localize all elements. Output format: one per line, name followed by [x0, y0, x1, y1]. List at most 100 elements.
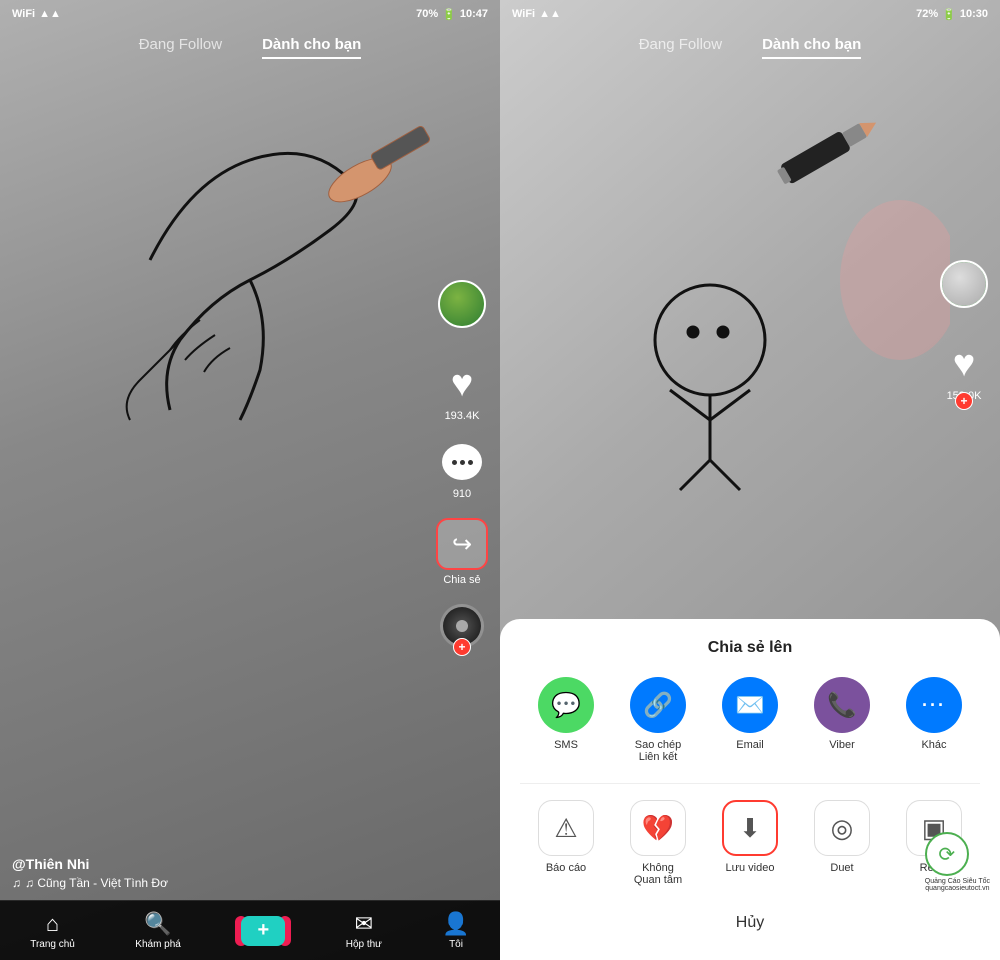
left-phone: WiFi ▲▲ 70% 🔋 10:47 Đang Follow Dành cho… [0, 0, 500, 960]
status-bar-right: WiFi ▲▲ 72% 🔋 10:30 [500, 0, 1000, 28]
tab-for-you-right[interactable]: Dành cho bạn [762, 36, 861, 59]
save-video-icon: ⬇ [722, 800, 778, 856]
status-bar-left: WiFi ▲▲ 70% 🔋 10:47 [0, 0, 500, 28]
cancel-button[interactable]: Hủy [520, 906, 980, 940]
watermark-text: Quảng Cáo Siêu Tốcquangcaosieutoct.vn [925, 878, 990, 892]
copy-link-icon: 🔗 [630, 677, 686, 733]
sidebar-actions-left: + ♥ 193.4K 910 ↪ Chia sẻ [436, 280, 488, 648]
share-label: Chia sẻ [443, 574, 480, 586]
share-icon: ↪ [452, 530, 472, 559]
drawing-art-right [530, 80, 950, 500]
report-icon: ⚠ [538, 800, 594, 856]
sidebar-actions-right: + ♥ 158.0K [940, 260, 988, 402]
share-save-video[interactable]: ⬇ Lưu video [722, 800, 778, 886]
profile-label: Tôi [449, 939, 463, 950]
follow-plus-button[interactable]: + [453, 638, 471, 656]
status-info-right: 72% 🔋 10:30 [916, 8, 988, 21]
report-label: Báo cáo [546, 862, 586, 874]
tab-following-right[interactable]: Đang Follow [639, 36, 722, 59]
bottom-info-left: @Thiên Nhi ♫ ♫ Cũng Tần - Việt Tình Đơ [12, 856, 440, 890]
heart-icon-right: ♥ [942, 342, 986, 386]
share-copy-link[interactable]: 🔗 Sao chépLiên kết [630, 677, 686, 763]
tab-for-you-left[interactable]: Dành cho bạn [262, 36, 361, 59]
nav-home[interactable]: ⌂ Trang chủ [30, 911, 75, 950]
song-info-left: ♫ ♫ Cũng Tần - Việt Tình Đơ [12, 876, 440, 890]
username-left: @Thiên Nhi [12, 856, 440, 872]
profile-icon: 👤 [442, 911, 469, 937]
copy-link-label: Sao chépLiên kết [635, 739, 681, 763]
share-row-1: 💬 SMS 🔗 Sao chépLiên kết ✉️ Email 📞 [520, 677, 980, 763]
watermark-logo: ⟳ [925, 832, 969, 876]
share-action[interactable]: ↪ Chia sẻ [436, 518, 488, 586]
share-row-2: ⚠ Báo cáo 💔 KhôngQuan tâm ⬇ Lưu video ◎ [520, 800, 980, 886]
signal-icon-right: ▲▲ [539, 8, 561, 20]
like-count: 193.4K [445, 410, 480, 422]
nav-inbox[interactable]: ✉ Hộp thư [346, 911, 382, 950]
battery-percent-right: 72% [916, 8, 938, 20]
wifi-icon: WiFi [12, 8, 35, 20]
wifi-icon-right: WiFi [512, 8, 535, 20]
watermark: ⟳ Quảng Cáo Siêu Tốcquangcaosieutoct.vn [925, 832, 990, 892]
duet-label: Duet [830, 862, 853, 874]
share-report[interactable]: ⚠ Báo cáo [538, 800, 594, 886]
signal-icon: ▲▲ [39, 8, 61, 20]
creator-avatar-right [940, 260, 988, 308]
avatar-image-right [942, 262, 986, 306]
nav-profile[interactable]: 👤 Tôi [442, 911, 469, 950]
inbox-label: Hộp thư [346, 939, 382, 950]
share-sheet: Chia sẻ lên 💬 SMS 🔗 Sao chépLiên kết ✉️ … [500, 619, 1000, 960]
nav-add[interactable]: + [241, 916, 285, 946]
comment-action[interactable]: 910 [440, 440, 484, 500]
not-interested-icon: 💔 [630, 800, 686, 856]
share-sms[interactable]: 💬 SMS [538, 677, 594, 763]
like-action[interactable]: ♥ 193.4K [440, 362, 484, 422]
viber-icon: 📞 [814, 677, 870, 733]
add-button[interactable]: + [241, 916, 285, 946]
share-divider [520, 783, 980, 784]
email-icon: ✉️ [722, 677, 778, 733]
music-note-icon: ♫ [12, 876, 21, 890]
right-phone: WiFi ▲▲ 72% 🔋 10:30 Đang Follow Dành cho… [500, 0, 1000, 960]
home-label: Trang chủ [30, 939, 75, 950]
inbox-icon: ✉ [355, 911, 373, 937]
battery-percent-left: 70% [416, 8, 438, 20]
time-right: 10:30 [960, 8, 988, 20]
avatar-image [440, 282, 484, 326]
plus-icon: + [257, 919, 269, 942]
email-label: Email [736, 739, 764, 751]
duet-icon: ◎ [814, 800, 870, 856]
creator-avatar-item[interactable]: + [438, 280, 486, 328]
bottom-nav-left: ⌂ Trang chủ 🔍 Khám phá + ✉ Hộp thư 👤 Tôi [0, 900, 500, 960]
creator-avatar-item-right[interactable]: + [940, 260, 988, 308]
battery-icon-right: 🔋 [942, 8, 956, 21]
more-icon: ··· [906, 677, 962, 733]
time-left: 10:47 [460, 8, 488, 20]
viber-label: Viber [829, 739, 854, 751]
follow-plus-button-right[interactable]: + [955, 392, 973, 410]
share-button[interactable]: ↪ [436, 518, 488, 570]
search-icon: 🔍 [144, 911, 171, 937]
creator-avatar [438, 280, 486, 328]
nav-explore[interactable]: 🔍 Khám phá [135, 911, 181, 950]
sms-icon: 💬 [538, 677, 594, 733]
share-sheet-title: Chia sẻ lên [520, 639, 980, 657]
comment-icon [440, 440, 484, 484]
tab-following-left[interactable]: Đang Follow [139, 36, 222, 59]
share-not-interested[interactable]: 💔 KhôngQuan tâm [630, 800, 686, 886]
not-interested-label: KhôngQuan tâm [634, 862, 682, 886]
more-label: Khác [921, 739, 946, 751]
share-more[interactable]: ··· Khác [906, 677, 962, 763]
status-time-left: WiFi ▲▲ [12, 8, 61, 20]
explore-label: Khám phá [135, 939, 181, 950]
share-email[interactable]: ✉️ Email [722, 677, 778, 763]
battery-icon-left: 🔋 [442, 8, 456, 21]
drawing-art-left [30, 80, 450, 460]
nav-tabs-left: Đang Follow Dành cho bạn [0, 28, 500, 63]
comment-count: 910 [453, 488, 471, 500]
home-icon: ⌂ [46, 911, 59, 937]
status-info-left: 70% 🔋 10:47 [416, 8, 488, 21]
status-time-right: WiFi ▲▲ [512, 8, 561, 20]
share-viber[interactable]: 📞 Viber [814, 677, 870, 763]
share-duet[interactable]: ◎ Duet [814, 800, 870, 886]
song-title-left: ♫ Cũng Tần - Việt Tình Đơ [25, 876, 168, 890]
